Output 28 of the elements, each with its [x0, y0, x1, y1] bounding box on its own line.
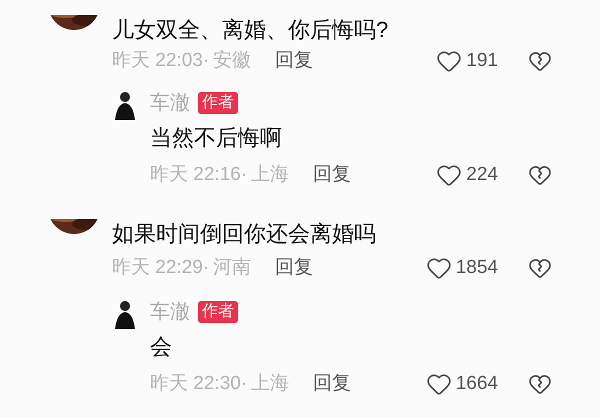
comment-location: 上海	[251, 162, 290, 187]
like-count: 191	[466, 48, 498, 73]
dislike-icon[interactable]	[528, 256, 552, 280]
reply-button[interactable]: 回复	[313, 160, 352, 190]
comment-location: 上海	[251, 372, 290, 396]
dislike-icon[interactable]	[528, 163, 552, 187]
author-tag: 作者	[198, 301, 238, 323]
comment-location: 河南	[213, 256, 252, 280]
author-tag: 作者	[198, 92, 238, 114]
dislike-icon[interactable]	[528, 372, 552, 396]
author-name: 车澈	[150, 300, 190, 325]
comment-text: 儿女双全、离婚、你后悔吗?	[112, 16, 390, 44]
reply-text: 会	[150, 333, 173, 361]
like-count: 1854	[456, 256, 498, 280]
reply-button[interactable]: 回复	[275, 254, 314, 282]
reply-text: 当然不后悔啊	[150, 124, 283, 152]
comment-time: 昨天 22:03·	[112, 48, 210, 73]
like-count: 1664	[456, 372, 498, 396]
comment-time: 昨天 22:16·	[150, 162, 248, 187]
reply-button[interactable]: 回复	[313, 370, 352, 398]
like-count: 224	[466, 162, 498, 187]
comment-text: 如果时间倒回你还会离婚吗	[112, 220, 377, 248]
dislike-icon[interactable]	[528, 49, 552, 73]
author-name: 车澈	[150, 91, 190, 116]
reply-button[interactable]: 回复	[275, 46, 314, 76]
comment-time: 昨天 22:29·	[112, 256, 210, 280]
comment-time: 昨天 22:30·	[150, 372, 248, 396]
comment-location: 安徽	[213, 48, 252, 73]
